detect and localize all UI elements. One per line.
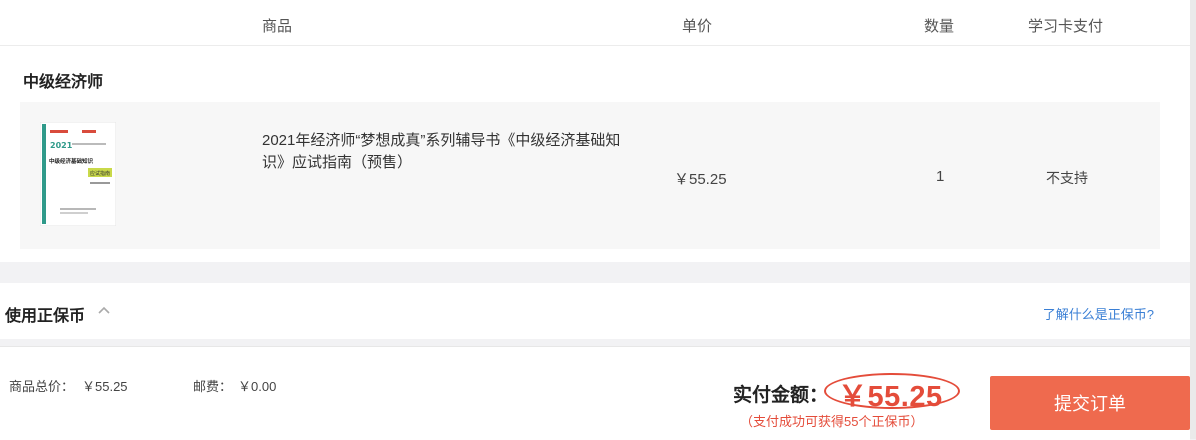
amount-due-label: 实付金额： xyxy=(733,385,829,406)
header-unit-price: 单价 xyxy=(682,18,713,35)
coin-label[interactable]: 使用正保币 xyxy=(5,302,85,326)
header-product: 商品 xyxy=(262,18,293,35)
header-divider xyxy=(0,45,1190,46)
header-quantity: 数量 xyxy=(924,18,955,35)
cover-title: 中级经济基础知识 xyxy=(49,157,94,165)
scrollbar-track[interactable] xyxy=(1190,0,1196,439)
shop-name: 中级经济师 xyxy=(23,74,104,91)
cover-year: 2021 xyxy=(50,141,73,150)
coin-info-link[interactable]: 了解什么是正保币? xyxy=(1043,304,1154,323)
subtotal-value: ￥55.25 xyxy=(82,379,128,394)
product-row: 2021 中级经济基础知识 应试指南 2021年经济师“梦想成真”系列辅导书《中… xyxy=(20,102,1160,249)
shipping-label: 邮费： xyxy=(193,379,233,394)
product-title[interactable]: 2021年经济师“梦想成真”系列辅导书《中级经济基础知识》应试指南（预售） xyxy=(262,130,622,174)
product-price: ￥55.25 xyxy=(674,171,727,188)
order-card: 商品 单价 数量 学习卡支付 中级经济师 2021 中级经济基础知识 应试指南 … xyxy=(0,0,1190,262)
chevron-up-icon[interactable] xyxy=(98,305,110,315)
order-footer: 商品总价： ￥55.25 邮费： ￥0.00 实付金额： ￥55.25 （支付成… xyxy=(0,346,1190,440)
coin-reward-note: （支付成功可获得55个正保币） xyxy=(740,414,924,429)
subtotal-label: 商品总价： xyxy=(9,379,75,394)
card-payment-status: 不支持 xyxy=(1046,170,1088,186)
product-quantity: 1 xyxy=(936,168,945,185)
header-card-payment: 学习卡支付 xyxy=(1028,18,1104,35)
cover-badge: 应试指南 xyxy=(90,170,110,177)
submit-order-button[interactable]: 提交订单 xyxy=(990,376,1190,430)
amount-due-value: ￥55.25 xyxy=(838,381,943,413)
shipping-value: ￥0.00 xyxy=(238,379,277,394)
product-thumbnail[interactable]: 2021 中级经济基础知识 应试指南 xyxy=(40,122,116,226)
coin-section: 使用正保币 了解什么是正保币? xyxy=(0,283,1190,339)
